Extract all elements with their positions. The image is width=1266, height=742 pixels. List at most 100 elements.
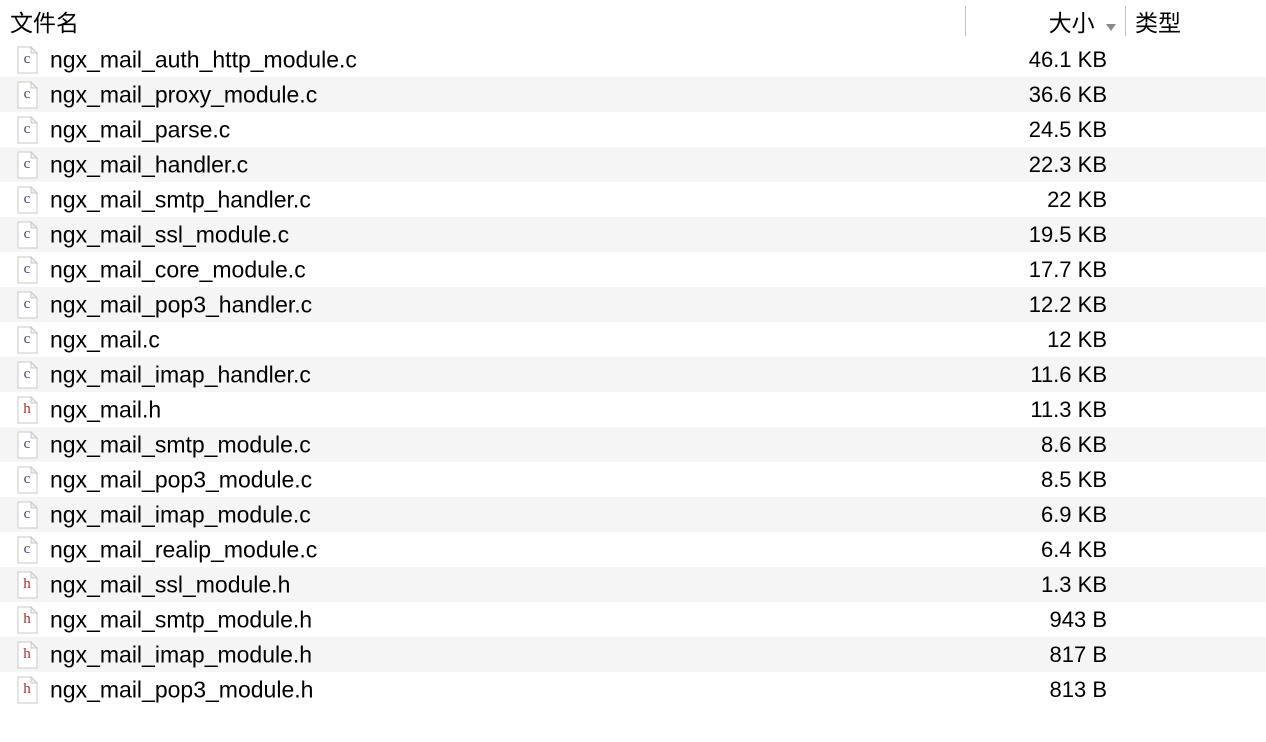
table-row[interactable]: cngx_mail_ssl_module.c19.5 KB bbox=[0, 217, 1266, 252]
file-name: ngx_mail_proxy_module.c bbox=[50, 82, 317, 108]
file-name-cell[interactable]: cngx_mail_imap_handler.c bbox=[0, 357, 965, 392]
table-row[interactable]: cngx_mail.c12 KB bbox=[0, 322, 1266, 357]
file-icon-letter: c bbox=[14, 542, 40, 557]
file-name: ngx_mail.c bbox=[50, 327, 160, 353]
file-name: ngx_mail_realip_module.c bbox=[50, 537, 317, 563]
file-size-cell: 22 KB bbox=[965, 182, 1125, 217]
file-size-cell: 12.2 KB bbox=[965, 287, 1125, 322]
column-header-name-label: 文件名 bbox=[10, 10, 79, 36]
file-size-cell: 813 B bbox=[965, 672, 1125, 707]
table-row[interactable]: cngx_mail_smtp_module.c 8.6 KB bbox=[0, 427, 1266, 462]
file-type-cell bbox=[1125, 427, 1266, 462]
file-name-cell[interactable]: c ngx_mail_imap_module.c bbox=[0, 497, 965, 532]
table-row[interactable]: cngx_mail_parse.c 24.5 KB bbox=[0, 112, 1266, 147]
file-type-cell bbox=[1125, 287, 1266, 322]
file-type-cell bbox=[1125, 217, 1266, 252]
table-row[interactable]: c ngx_mail_imap_module.c 6.9 KB bbox=[0, 497, 1266, 532]
table-row[interactable]: h ngx_mail_imap_module.h 817 B bbox=[0, 637, 1266, 672]
file-icon-letter: c bbox=[14, 227, 40, 242]
file-size-cell: 943 B bbox=[965, 602, 1125, 637]
h-file-icon: h bbox=[14, 606, 40, 634]
file-size-cell: 8.6 KB bbox=[965, 427, 1125, 462]
file-icon-letter: c bbox=[14, 332, 40, 347]
c-file-icon: c bbox=[14, 151, 40, 179]
file-size-cell: 11.6 KB bbox=[965, 357, 1125, 392]
file-size: 24.5 KB bbox=[1029, 117, 1107, 142]
file-name-cell[interactable]: c ngx_mail_handler.c bbox=[0, 147, 965, 182]
table-row[interactable]: cngx_mail_proxy_module.c36.6 KB bbox=[0, 77, 1266, 112]
file-name-cell[interactable]: h ngx_mail_pop3_module.h bbox=[0, 672, 965, 707]
table-row[interactable]: h ngx_mail_smtp_module.h 943 B bbox=[0, 602, 1266, 637]
file-name: ngx_mail_pop3_module.c bbox=[50, 467, 312, 493]
file-name: ngx_mail_pop3_module.h bbox=[50, 677, 313, 703]
file-name-cell[interactable]: h ngx_mail.h bbox=[0, 392, 965, 427]
table-header-row: 文件名 大小 类型 bbox=[0, 0, 1266, 42]
file-icon-letter: h bbox=[14, 402, 40, 417]
file-name-cell[interactable]: c ngx_mail_realip_module.c bbox=[0, 532, 965, 567]
c-file-icon: c bbox=[14, 536, 40, 564]
file-name-cell[interactable]: cngx_mail_smtp_handler.c bbox=[0, 182, 965, 217]
file-icon-letter: c bbox=[14, 507, 40, 522]
file-name-cell[interactable]: h ngx_mail_smtp_module.h bbox=[0, 602, 965, 637]
file-name-cell[interactable]: c ngx_mail_pop3_module.c bbox=[0, 462, 965, 497]
column-header-name[interactable]: 文件名 bbox=[0, 0, 965, 42]
file-name: ngx_mail.h bbox=[50, 397, 161, 423]
file-name: ngx_mail_imap_module.h bbox=[50, 642, 312, 668]
file-name-cell[interactable]: cngx_mail_auth_http_module.c bbox=[0, 42, 965, 77]
file-name-cell[interactable]: h ngx_mail_ssl_module.h bbox=[0, 567, 965, 602]
file-name: ngx_mail_ssl_module.h bbox=[50, 572, 290, 598]
file-type-cell bbox=[1125, 182, 1266, 217]
file-size: 6.4 KB bbox=[1041, 537, 1107, 562]
column-header-type[interactable]: 类型 bbox=[1125, 0, 1266, 42]
file-size: 6.9 KB bbox=[1041, 502, 1107, 527]
file-name: ngx_mail_ssl_module.c bbox=[50, 222, 289, 248]
file-icon-letter: c bbox=[14, 437, 40, 452]
c-file-icon: c bbox=[14, 431, 40, 459]
column-separator bbox=[1125, 6, 1126, 36]
file-icon-letter: c bbox=[14, 297, 40, 312]
file-size-cell: 11.3 KB bbox=[965, 392, 1125, 427]
h-file-icon: h bbox=[14, 676, 40, 704]
file-name-cell[interactable]: cngx_mail_proxy_module.c bbox=[0, 77, 965, 112]
h-file-icon: h bbox=[14, 641, 40, 669]
file-name-cell[interactable]: c ngx_mail.c bbox=[0, 322, 965, 357]
table-row[interactable]: cngx_mail_core_module.c17.7 KB bbox=[0, 252, 1266, 287]
file-size: 813 B bbox=[1050, 677, 1108, 702]
file-name-cell[interactable]: cngx_mail_parse.c bbox=[0, 112, 965, 147]
table-row[interactable]: h ngx_mail.h 11.3 KB bbox=[0, 392, 1266, 427]
file-name-cell[interactable]: cngx_mail_pop3_handler.c bbox=[0, 287, 965, 322]
file-size: 46.1 KB bbox=[1029, 47, 1107, 72]
column-header-size[interactable]: 大小 bbox=[965, 0, 1125, 42]
file-type-cell bbox=[1125, 567, 1266, 602]
file-size: 817 B bbox=[1050, 642, 1108, 667]
file-name-cell[interactable]: cngx_mail_smtp_module.c bbox=[0, 427, 965, 462]
file-icon-letter: c bbox=[14, 192, 40, 207]
file-name: ngx_mail_handler.c bbox=[50, 152, 248, 178]
table-row[interactable]: cngx_mail_smtp_handler.c22 KB bbox=[0, 182, 1266, 217]
table-row[interactable]: cngx_mail_pop3_handler.c 12.2 KB bbox=[0, 287, 1266, 322]
file-icon-letter: h bbox=[14, 577, 40, 592]
file-size-cell: 1.3 KB bbox=[965, 567, 1125, 602]
file-type-cell bbox=[1125, 392, 1266, 427]
c-file-icon: c bbox=[14, 326, 40, 354]
table-row[interactable]: h ngx_mail_ssl_module.h 1.3 KB bbox=[0, 567, 1266, 602]
table-row[interactable]: c ngx_mail_realip_module.c 6.4 KB bbox=[0, 532, 1266, 567]
h-file-icon: h bbox=[14, 396, 40, 424]
table-row[interactable]: cngx_mail_pop3_module.c8.5 KB bbox=[0, 462, 1266, 497]
table-row[interactable]: cngx_mail_auth_http_module.c 46.1 KB bbox=[0, 42, 1266, 77]
file-icon-letter: c bbox=[14, 157, 40, 172]
file-size: 12.2 KB bbox=[1029, 292, 1107, 317]
file-name-cell[interactable]: h ngx_mail_imap_module.h bbox=[0, 637, 965, 672]
file-name-cell[interactable]: cngx_mail_core_module.c bbox=[0, 252, 965, 287]
table-row[interactable]: cngx_mail_imap_handler.c11.6 KB bbox=[0, 357, 1266, 392]
file-size: 8.6 KB bbox=[1041, 432, 1107, 457]
table-row[interactable]: h ngx_mail_pop3_module.h 813 B bbox=[0, 672, 1266, 707]
table-row[interactable]: cngx_mail_handler.c22.3 KB bbox=[0, 147, 1266, 182]
file-name: ngx_mail_smtp_module.h bbox=[50, 607, 312, 633]
c-file-icon: c bbox=[14, 291, 40, 319]
c-file-icon: c bbox=[14, 501, 40, 529]
file-name: ngx_mail_imap_module.c bbox=[50, 502, 311, 528]
c-file-icon: c bbox=[14, 466, 40, 494]
file-name-cell[interactable]: c ngx_mail_ssl_module.c bbox=[0, 217, 965, 252]
file-size: 11.3 KB bbox=[1030, 397, 1107, 422]
